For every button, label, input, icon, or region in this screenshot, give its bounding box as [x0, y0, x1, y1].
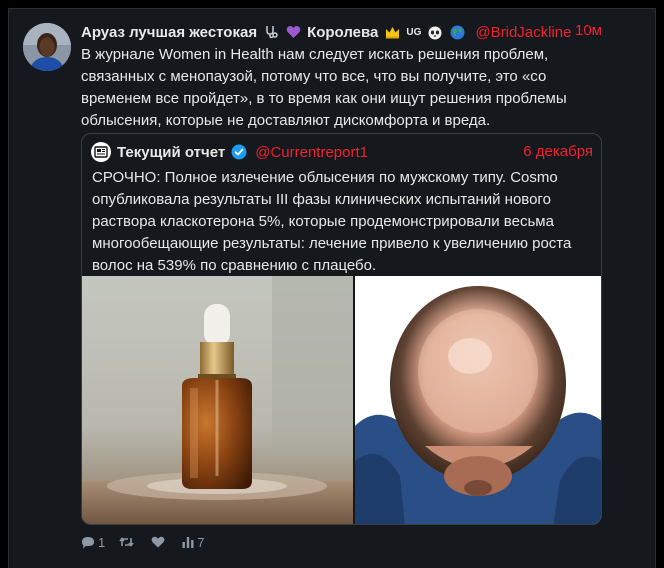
- author-title: Королева: [307, 23, 379, 41]
- tweet-actions: 1 7: [81, 534, 204, 550]
- author-handle[interactable]: @BridJackline: [475, 24, 571, 41]
- purple-heart-icon: [285, 24, 301, 40]
- newspaper-icon: [91, 142, 111, 162]
- ug-badge: UG: [406, 26, 422, 38]
- tweet-header: Аруаз лучшая жестокая Королева UG @BridJ…: [81, 22, 601, 42]
- retweet-button[interactable]: [119, 536, 137, 548]
- verified-badge-icon: [231, 144, 247, 160]
- reply-icon: [82, 536, 94, 548]
- globe-icon: [449, 24, 465, 40]
- quoted-author-name[interactable]: Текущий отчет: [117, 144, 225, 161]
- author-name[interactable]: Аруаз лучшая жестокая: [81, 24, 257, 41]
- quoted-tweet-text: СРОЧНО: Полное излечение облысения по му…: [92, 169, 572, 274]
- views-chart-icon: [182, 536, 194, 548]
- panda-icon: [427, 24, 443, 40]
- avatar[interactable]: [23, 23, 71, 71]
- heart-icon: [151, 536, 165, 548]
- dropper-bottle-image[interactable]: [82, 276, 353, 524]
- tweet-timestamp[interactable]: 10м: [575, 22, 602, 39]
- like-button[interactable]: [151, 536, 168, 548]
- balding-man-image[interactable]: [355, 276, 601, 524]
- quoted-author-handle[interactable]: @Currentreport1: [255, 144, 368, 161]
- quoted-tweet[interactable]: Текущий отчет @Currentreport1 6 декабря …: [81, 133, 602, 525]
- views-count: 7: [197, 534, 205, 550]
- retweet-icon: [119, 537, 134, 547]
- quoted-tweet-header: Текущий отчет @Currentreport1: [91, 142, 596, 162]
- reply-button[interactable]: 1: [81, 535, 105, 550]
- tweet-text: В журнале Women in Health нам следует ис…: [81, 46, 567, 129]
- stethoscope-icon: [263, 24, 279, 40]
- reply-count: 1: [98, 534, 106, 550]
- crown-icon: [384, 24, 400, 40]
- quoted-tweet-date[interactable]: 6 декабря: [523, 143, 593, 160]
- views-button[interactable]: 7: [182, 535, 204, 550]
